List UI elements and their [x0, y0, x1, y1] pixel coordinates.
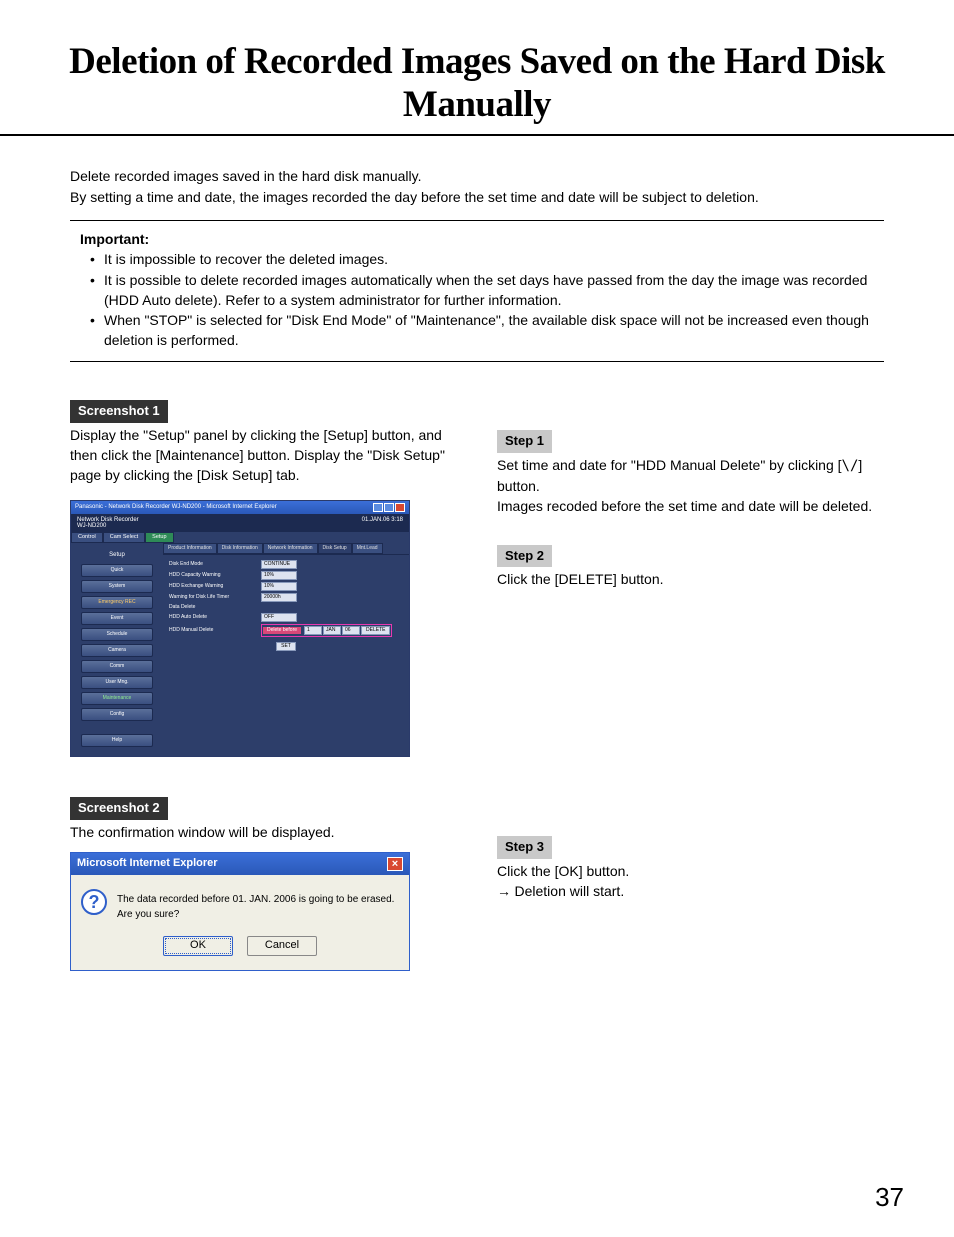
- tab-mnt-lead[interactable]: Mnt.Lead: [352, 543, 383, 554]
- select-capacity-warning[interactable]: 10%: [261, 571, 297, 580]
- screenshot1-tag: Screenshot 1: [70, 400, 168, 423]
- label-exchange-warning: HDD Exchange Warning: [169, 584, 261, 589]
- tab-disk-setup[interactable]: Disk Setup: [318, 543, 352, 554]
- app-header: Network Disk Recorder WJ-ND200 01.JAN.06…: [71, 514, 409, 532]
- cancel-button[interactable]: Cancel: [247, 936, 317, 956]
- intro-line-1: Delete recorded images saved in the hard…: [70, 166, 884, 187]
- manual-delete-highlight: Delete before 1 JAN 06 DELETE: [261, 624, 392, 637]
- arrow-right-icon: →: [497, 885, 515, 900]
- chevron-down-icon: \/: [842, 458, 859, 474]
- set-button[interactable]: SET: [276, 642, 296, 651]
- tab-disk-information[interactable]: Disk Information: [217, 543, 263, 554]
- topnav-control[interactable]: Control: [71, 532, 103, 544]
- sidebar-item-system[interactable]: System: [81, 580, 153, 593]
- sidebar-item-help[interactable]: Help: [81, 734, 153, 747]
- important-label: Important:: [80, 229, 874, 249]
- step2-text: Click the [DELETE] button.: [497, 569, 884, 589]
- ok-button[interactable]: OK: [163, 936, 233, 956]
- select-life-timer[interactable]: 20000h: [261, 593, 297, 602]
- screenshot2-tag: Screenshot 2: [70, 797, 168, 820]
- app-window-title: Panasonic - Network Disk Recorder WJ-ND2…: [75, 504, 277, 510]
- select-month[interactable]: JAN: [323, 626, 341, 635]
- select-year[interactable]: 06: [342, 626, 360, 635]
- important-item-3: When "STOP" is selected for "Disk End Mo…: [90, 310, 874, 351]
- sidebar-item-event[interactable]: Event: [81, 612, 153, 625]
- app-main: Product Information Disk Information Net…: [163, 543, 409, 756]
- sidebar-item-camera[interactable]: Camera: [81, 644, 153, 657]
- topnav-setup[interactable]: Setup: [145, 532, 173, 544]
- left-column: Screenshot 1 Display the "Setup" panel b…: [70, 400, 457, 999]
- screenshot2-desc: The confirmation window will be displaye…: [70, 822, 457, 842]
- app-topnav: Control Cam Select Setup: [71, 532, 409, 544]
- minimize-icon[interactable]: [373, 503, 383, 512]
- sidebar-item-maintenance[interactable]: Maintenance: [81, 692, 153, 705]
- important-box: Important: It is impossible to recover t…: [70, 220, 884, 362]
- sidebar-item-comm[interactable]: Comm: [81, 660, 153, 673]
- label-delete-before: Delete before: [263, 627, 301, 634]
- step1-tag: Step 1: [497, 430, 552, 453]
- important-item-2: It is possible to delete recorded images…: [90, 270, 874, 311]
- select-disk-end-mode[interactable]: CONTINUE: [261, 560, 297, 569]
- page-number: 37: [875, 1182, 904, 1213]
- sidebar-item-emergency-rec[interactable]: Emergency REC: [81, 596, 153, 609]
- dialog-message: The data recorded before 01. JAN. 2006 i…: [117, 889, 399, 922]
- label-auto-delete: HDD Auto Delete: [169, 615, 261, 620]
- label-data-delete: Data Delete: [169, 603, 403, 612]
- sidebar-item-user-mng[interactable]: User Mng.: [81, 676, 153, 689]
- label-capacity-warning: HDD Capacity Warning: [169, 573, 261, 578]
- step3-tag: Step 3: [497, 836, 552, 859]
- model-line2: WJ-ND200: [77, 523, 106, 529]
- sidebar-item-quick[interactable]: Quick: [81, 564, 153, 577]
- sidebar-item-config[interactable]: Config: [81, 708, 153, 721]
- step1-text: Set time and date for "HDD Manual Delete…: [497, 455, 884, 517]
- important-item-1: It is impossible to recover the deleted …: [90, 249, 874, 269]
- delete-button[interactable]: DELETE: [361, 626, 390, 635]
- label-disk-end-mode: Disk End Mode: [169, 562, 261, 567]
- select-day[interactable]: 1: [304, 626, 322, 635]
- dialog-close-icon[interactable]: ×: [387, 857, 403, 871]
- topnav-cam-select[interactable]: Cam Select: [103, 532, 145, 544]
- maximize-icon[interactable]: [384, 503, 394, 512]
- intro-paragraph: Delete recorded images saved in the hard…: [50, 166, 904, 208]
- confirm-dialog: Microsoft Internet Explorer × ? The data…: [70, 852, 410, 971]
- select-auto-delete[interactable]: OFF: [261, 613, 297, 622]
- right-column: Step 1 Set time and date for "HDD Manual…: [497, 400, 884, 999]
- intro-line-2: By setting a time and date, the images r…: [70, 187, 884, 208]
- title-rule: [0, 134, 954, 136]
- label-life-timer: Warning for Disk Life Timer: [169, 595, 261, 600]
- tab-product-information[interactable]: Product Information: [163, 543, 217, 554]
- app-window: Panasonic - Network Disk Recorder WJ-ND2…: [70, 500, 410, 758]
- sidebar: Setup Quick System Emergency REC Event S…: [71, 543, 163, 756]
- tab-network-information[interactable]: Network Information: [263, 543, 318, 554]
- close-icon[interactable]: [395, 503, 405, 512]
- app-titlebar: Panasonic - Network Disk Recorder WJ-ND2…: [71, 501, 409, 514]
- page-title: Deletion of Recorded Images Saved on the…: [50, 40, 904, 134]
- screenshot1-desc: Display the "Setup" panel by clicking th…: [70, 425, 457, 486]
- step2-tag: Step 2: [497, 545, 552, 568]
- step3-text: Click the [OK] button. → Deletion will s…: [497, 861, 884, 904]
- sidebar-item-schedule[interactable]: Schedule: [81, 628, 153, 641]
- question-icon: ?: [81, 889, 107, 915]
- select-exchange-warning[interactable]: 10%: [261, 582, 297, 591]
- dialog-title: Microsoft Internet Explorer: [77, 856, 218, 872]
- label-manual-delete: HDD Manual Delete: [169, 628, 261, 633]
- app-datetime: 01.JAN.06 3:18: [362, 517, 403, 529]
- setup-heading: Setup: [75, 549, 159, 564]
